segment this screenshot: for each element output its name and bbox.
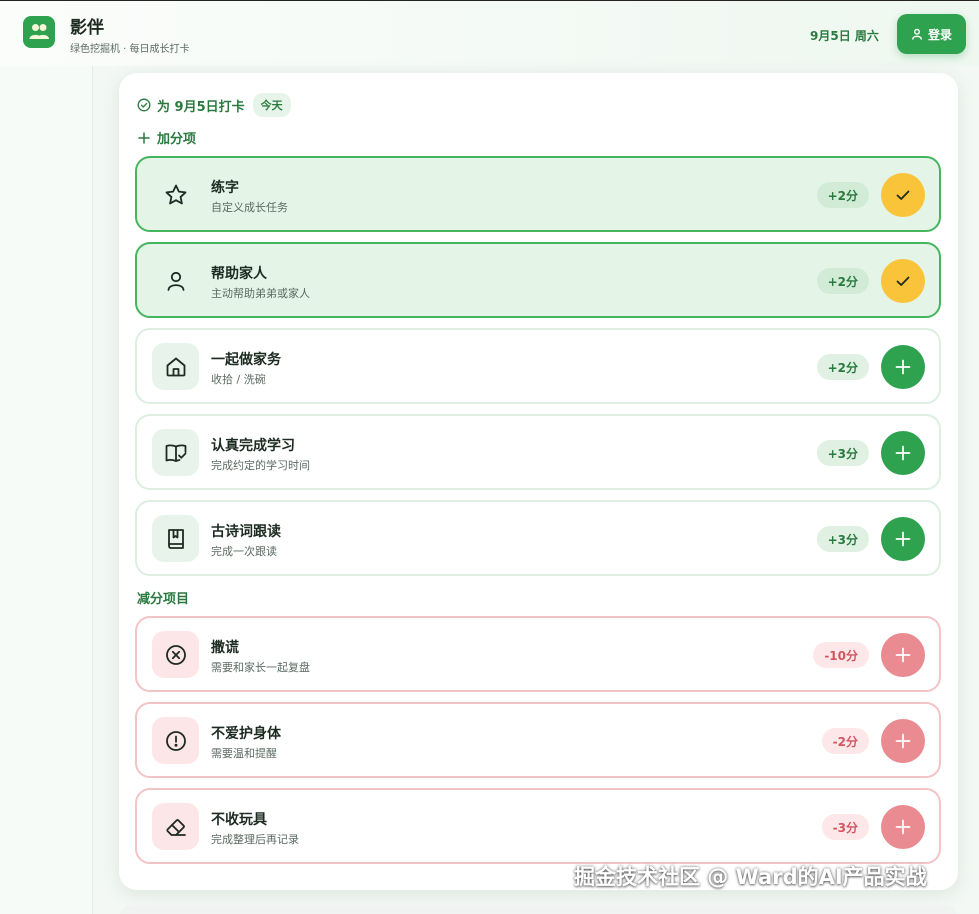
check-icon xyxy=(896,190,910,200)
login-button[interactable]: 登录 xyxy=(897,14,966,54)
star-icon xyxy=(165,184,186,204)
task-desc: 收拾 / 洗碗 xyxy=(211,373,266,386)
penalty-item-health[interactable]: 不爱护身体 需要温和提醒 -2分 xyxy=(135,702,941,778)
penalty-icon-box xyxy=(152,631,199,678)
add-penalty-button[interactable] xyxy=(881,633,925,677)
check-icon xyxy=(896,276,910,286)
plus-icon xyxy=(895,445,911,461)
plus-icon xyxy=(138,131,150,144)
bookmark-book-icon xyxy=(167,528,184,549)
score-badge: +2分 xyxy=(816,268,869,294)
penalty-score-badge: -3分 xyxy=(821,814,869,840)
check-circle-icon xyxy=(137,98,151,112)
done-check-button[interactable] xyxy=(881,173,925,217)
penalty-name: 撒谎 xyxy=(211,640,239,656)
x-circle-icon xyxy=(165,644,186,665)
add-score-button[interactable] xyxy=(881,345,925,389)
add-penalty-button[interactable] xyxy=(881,805,925,849)
top-bar: 影伴 绿色挖掘机 · 每日成长打卡 9月5日 周六 登录 xyxy=(0,0,979,66)
left-sidebar xyxy=(0,66,93,914)
penalty-icon-box xyxy=(152,717,199,764)
add-item-toggle[interactable]: 加分项 xyxy=(138,128,196,147)
task-item-poetry-reading[interactable]: 古诗词跟读 完成一次跟读 +3分 xyxy=(135,500,941,576)
score-badge: +2分 xyxy=(816,354,869,380)
plus-icon xyxy=(895,531,911,547)
task-desc: 完成一次跟读 xyxy=(211,545,277,558)
penalty-icon-box xyxy=(152,803,199,850)
task-icon-box xyxy=(152,343,199,390)
penalty-score-badge: -2分 xyxy=(821,728,869,754)
done-check-button[interactable] xyxy=(881,259,925,303)
app-logo-icon xyxy=(23,16,55,48)
app-subtitle: 绿色挖掘机 · 每日成长打卡 xyxy=(70,44,190,55)
penalty-desc: 需要温和提醒 xyxy=(211,747,277,760)
penalty-item-lying[interactable]: 撒谎 需要和家长一起复盘 -10分 xyxy=(135,616,941,692)
task-name: 练字 xyxy=(211,180,239,196)
plus-icon xyxy=(895,647,911,663)
checkin-card: 为 9月5日打卡 今天 加分项 练字 自定义成长任务 +2分 帮助家人 主动帮助… xyxy=(119,73,958,890)
task-name: 帮助家人 xyxy=(211,266,267,282)
app-title: 影伴 xyxy=(70,18,104,38)
task-item-help-family[interactable]: 帮助家人 主动帮助弟弟或家人 +2分 xyxy=(135,242,941,318)
person-icon xyxy=(167,271,184,291)
task-item-practice-writing[interactable]: 练字 自定义成长任务 +2分 xyxy=(135,156,941,232)
task-name: 认真完成学习 xyxy=(211,438,295,454)
watermark: 掘金技术社区 @ Ward的AI产品实战 xyxy=(574,865,927,889)
next-card-edge xyxy=(119,905,958,914)
task-icon-box xyxy=(152,257,199,304)
penalty-name: 不收玩具 xyxy=(211,812,267,828)
task-desc: 完成约定的学习时间 xyxy=(211,459,310,472)
task-icon-box xyxy=(152,515,199,562)
current-date: 9月5日 周六 xyxy=(810,29,879,43)
login-label: 登录 xyxy=(927,27,952,42)
penalty-score-badge: -10分 xyxy=(813,642,869,668)
add-item-label: 加分项 xyxy=(157,132,197,147)
penalty-desc: 完成整理后再记录 xyxy=(211,833,299,846)
task-name: 古诗词跟读 xyxy=(211,524,281,540)
penalty-item-toys[interactable]: 不收玩具 完成整理后再记录 -3分 xyxy=(135,788,941,864)
task-desc: 自定义成长任务 xyxy=(211,201,288,214)
checkin-header: 为 9月5日打卡 今天 xyxy=(137,93,291,117)
add-penalty-button[interactable] xyxy=(881,719,925,763)
plus-icon xyxy=(895,733,911,749)
task-icon-box xyxy=(152,429,199,476)
alert-circle-icon xyxy=(165,730,186,751)
task-item-study[interactable]: 认真完成学习 完成约定的学习时间 +3分 xyxy=(135,414,941,490)
task-item-housework[interactable]: 一起做家务 收拾 / 洗碗 +2分 xyxy=(135,328,941,404)
score-badge: +3分 xyxy=(816,526,869,552)
penalty-name: 不爱护身体 xyxy=(211,726,281,742)
checkin-title: 为 9月5日打卡 xyxy=(157,99,245,115)
task-icon-box xyxy=(152,171,199,218)
eraser-icon xyxy=(165,818,186,836)
add-score-button[interactable] xyxy=(881,431,925,475)
score-badge: +3分 xyxy=(816,440,869,466)
today-badge: 今天 xyxy=(252,93,291,117)
plus-icon xyxy=(895,819,911,835)
add-score-button[interactable] xyxy=(881,517,925,561)
score-badge: +2分 xyxy=(816,182,869,208)
plus-icon xyxy=(895,359,911,375)
negative-section-title: 减分项目 xyxy=(137,592,190,607)
user-icon xyxy=(912,28,922,40)
penalty-desc: 需要和家长一起复盘 xyxy=(211,661,310,674)
home-icon xyxy=(166,357,185,376)
task-name: 一起做家务 xyxy=(211,352,281,368)
book-check-icon xyxy=(165,443,186,462)
task-desc: 主动帮助弟弟或家人 xyxy=(211,287,310,300)
